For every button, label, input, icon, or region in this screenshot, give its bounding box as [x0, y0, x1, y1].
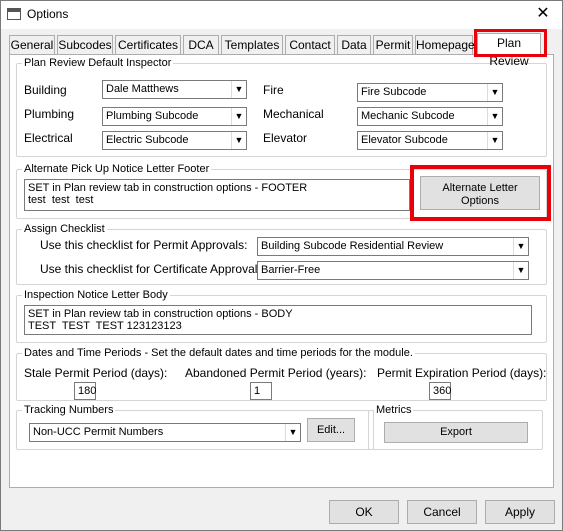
stale-period-input[interactable]: 180 — [74, 382, 96, 400]
expiration-period-label: Permit Expiration Period (days): — [377, 366, 547, 380]
building-select[interactable]: Dale Matthews ▼ — [102, 80, 247, 99]
inspection-letter-legend: Inspection Notice Letter Body — [24, 289, 168, 301]
building-label: Building — [24, 83, 67, 97]
dates-periods-legend: Dates and Time Periods - Set the default… — [24, 347, 413, 359]
ok-button[interactable]: OK — [329, 500, 399, 524]
body-textarea[interactable]: SET in Plan review tab in construction o… — [24, 305, 532, 335]
abandoned-period-label: Abandoned Permit Period (years): — [185, 366, 367, 380]
chevron-down-icon: ▼ — [487, 108, 502, 125]
expiration-period-input[interactable]: 360 — [429, 382, 451, 400]
mechanical-label: Mechanical — [263, 107, 324, 121]
window-title: Options — [27, 7, 69, 21]
tab-homepage[interactable]: Homepage — [415, 35, 475, 55]
button-highlight-box — [410, 165, 551, 221]
tab-subcodes[interactable]: Subcodes — [57, 35, 113, 55]
export-button[interactable]: Export — [384, 422, 528, 443]
cancel-button[interactable]: Cancel — [407, 500, 477, 524]
apply-button[interactable]: Apply — [485, 500, 555, 524]
metrics-legend: Metrics — [376, 404, 412, 416]
abandoned-period-input[interactable]: 1 — [250, 382, 272, 400]
tab-highlight-box — [474, 29, 547, 57]
edit-button[interactable]: Edit... — [307, 418, 355, 442]
elevator-label: Elevator — [263, 131, 308, 145]
tracking-numbers-select[interactable]: Non-UCC Permit Numbers ▼ — [29, 423, 301, 442]
stale-period-label: Stale Permit Period (days): — [24, 366, 168, 380]
elevator-select[interactable]: Elevator Subcode ▼ — [357, 131, 503, 150]
footer-textarea[interactable]: SET in Plan review tab in construction o… — [24, 179, 410, 211]
tab-dca[interactable]: DCA — [183, 35, 219, 55]
letter-footer-legend: Alternate Pick Up Notice Letter Footer — [24, 163, 210, 175]
fire-select[interactable]: Fire Subcode ▼ — [357, 83, 503, 102]
chevron-down-icon: ▼ — [231, 132, 246, 149]
chevron-down-icon: ▼ — [513, 262, 528, 279]
plumbing-select[interactable]: Plumbing Subcode ▼ — [102, 107, 247, 126]
certificate-checklist-label: Use this checklist for Certificate Appro… — [40, 262, 267, 276]
tab-certificates[interactable]: Certificates — [115, 35, 181, 55]
tab-general[interactable]: General — [9, 35, 55, 55]
title-bar: Options ✕ — [1, 1, 562, 29]
close-icon[interactable]: ✕ — [532, 4, 554, 24]
chevron-down-icon: ▼ — [231, 108, 246, 125]
chevron-down-icon: ▼ — [513, 238, 528, 255]
default-inspector-legend: Plan Review Default Inspector — [24, 57, 172, 69]
mechanical-select[interactable]: Mechanic Subcode ▼ — [357, 107, 503, 126]
electrical-select[interactable]: Electric Subcode ▼ — [102, 131, 247, 150]
chevron-down-icon: ▼ — [487, 132, 502, 149]
assign-checklist-legend: Assign Checklist — [24, 223, 105, 235]
plan-review-panel: Plan Review Default Inspector Building D… — [9, 54, 554, 488]
fire-label: Fire — [263, 83, 284, 97]
tab-templates[interactable]: Templates — [221, 35, 283, 55]
dialog-button-bar: OK Cancel Apply — [1, 492, 562, 530]
tab-permit[interactable]: Permit — [373, 35, 413, 55]
chevron-down-icon: ▼ — [231, 81, 246, 98]
certificate-checklist-select[interactable]: Barrier-Free ▼ — [257, 261, 529, 280]
permit-checklist-select[interactable]: Building Subcode Residential Review ▼ — [257, 237, 529, 256]
permit-checklist-label: Use this checklist for Permit Approvals: — [40, 238, 248, 252]
tab-contact[interactable]: Contact — [285, 35, 335, 55]
chevron-down-icon: ▼ — [285, 424, 300, 441]
chevron-down-icon: ▼ — [487, 84, 502, 101]
electrical-label: Electrical — [24, 131, 73, 145]
window-icon — [7, 8, 21, 20]
tab-data[interactable]: Data — [337, 35, 371, 55]
tracking-numbers-legend: Tracking Numbers — [24, 404, 114, 416]
plumbing-label: Plumbing — [24, 107, 75, 121]
options-window: Options ✕ General Subcodes Certificates … — [0, 0, 563, 531]
